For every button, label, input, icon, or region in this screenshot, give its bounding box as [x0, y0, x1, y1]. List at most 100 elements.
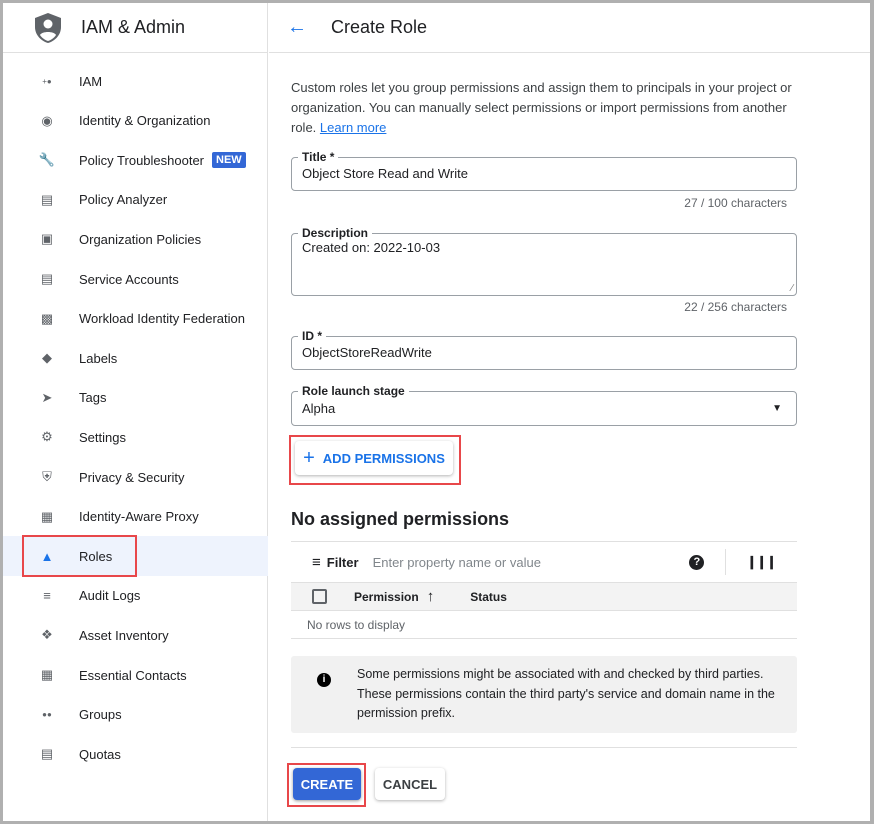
create-role-form: Custom roles let you group permissions a…	[291, 78, 797, 800]
roles-highlight	[22, 535, 137, 577]
sidebar-item-labels[interactable]: ◆ Labels	[3, 338, 268, 378]
divider-vertical	[725, 549, 727, 575]
sidebar-item-quotas[interactable]: ▤ Quotas	[3, 734, 268, 774]
account-circle-icon: ◉	[41, 112, 53, 128]
title-char-count: 27 / 100 characters	[684, 196, 787, 210]
sidebar-item-iam[interactable]: +● IAM	[3, 61, 268, 101]
cancel-button[interactable]: CANCEL	[375, 768, 445, 800]
divider	[291, 638, 797, 639]
sidebar: IAM & Admin +● IAM ◉ Identity & Organizatio…	[3, 3, 268, 821]
resize-handle-icon[interactable]: ∕	[791, 283, 793, 294]
filter-input[interactable]: Enter property name or value	[373, 555, 690, 570]
sidebar-item-policy-troubleshooter[interactable]: 🔧 Policy Troubleshooter NEW	[3, 140, 268, 180]
sidebar-item-workload-identity-federation[interactable]: ▩ Workload Identity Federation	[3, 299, 268, 339]
sidebar-item-asset-inventory[interactable]: ❖ Asset Inventory	[3, 615, 268, 655]
new-badge: NEW	[212, 152, 246, 169]
id-field[interactable]: ID * ObjectStoreReadWrite	[291, 329, 797, 370]
sidebar-item-label: IAM	[79, 73, 103, 89]
permissions-heading: No assigned permissions	[291, 509, 510, 529]
groups-icon: ●●	[42, 710, 52, 720]
notice-text: Some permissions might be associated wit…	[357, 667, 775, 720]
sidebar-item-label: Service Accounts	[79, 271, 179, 287]
sidebar-item-identity-organization[interactable]: ◉ Identity & Organization	[3, 101, 268, 141]
sidebar-item-privacy-security[interactable]: ⛨ Privacy & Security	[3, 457, 268, 497]
column-display-icon[interactable]: ❙❙❙	[746, 554, 777, 570]
sidebar-item-label: Policy Analyzer	[79, 192, 168, 208]
launch-stage-label: Role launch stage	[298, 384, 409, 398]
sidebar-item-groups[interactable]: ●● Groups	[3, 695, 268, 735]
back-arrow-icon[interactable]: ←	[287, 16, 317, 39]
launch-stage-select[interactable]: Role launch stage Alpha ▼	[291, 384, 797, 426]
page-header: ← Create Role	[269, 3, 870, 53]
sidebar-item-label: Labels	[79, 350, 118, 366]
id-label: ID *	[298, 329, 327, 343]
id-card-icon: ▩	[40, 310, 54, 326]
sidebar-item-label: Identity & Organization	[79, 113, 211, 129]
sidebar-item-essential-contacts[interactable]: ▦ Essential Contacts	[3, 655, 268, 695]
learn-more-link[interactable]: Learn more	[320, 120, 386, 135]
title-value: Object Store Read and Write	[302, 166, 468, 181]
table-header-row: Permission ↑ Status	[291, 582, 797, 611]
sidebar-item-service-accounts[interactable]: ▤ Service Accounts	[3, 259, 268, 299]
sidebar-item-label: Audit Logs	[79, 588, 141, 604]
sidebar-item-identity-aware-proxy[interactable]: ▦ Identity-Aware Proxy	[3, 497, 268, 537]
column-permission[interactable]: Permission	[354, 590, 419, 604]
sidebar-item-label: Quotas	[79, 746, 121, 762]
gear-icon: ⚙	[41, 429, 53, 445]
iam-shield-logo-icon	[35, 12, 61, 43]
description-char-count: 22 / 256 characters	[684, 300, 787, 314]
service-account-icon: ▤	[40, 271, 54, 286]
sidebar-item-label: Policy Troubleshooter	[79, 152, 205, 168]
third-party-notice: i Some permissions might be associated w…	[291, 656, 797, 733]
filter-bar: ≡ Filter Enter property name or value ? …	[291, 542, 797, 582]
sidebar-item-label: Organization Policies	[79, 231, 202, 247]
title-field[interactable]: Title * Object Store Read and Write	[291, 150, 797, 191]
title-label: Title *	[298, 150, 339, 164]
wrench-icon: 🔧	[38, 152, 56, 168]
sidebar-item-label: Workload Identity Federation	[79, 311, 245, 327]
document-search-icon: ▤	[40, 191, 54, 207]
add-permissions-highlight	[289, 435, 461, 485]
proxy-icon: ▦	[40, 508, 54, 524]
create-highlight	[287, 763, 366, 807]
sort-ascending-icon[interactable]: ↑	[427, 588, 435, 605]
sidebar-item-label: Privacy & Security	[79, 469, 185, 485]
intro-text: Custom roles let you group permissions a…	[291, 78, 797, 138]
sidebar-item-label: Tags	[79, 390, 107, 406]
person-add-icon: +●	[42, 76, 52, 86]
policy-document-icon: ▣	[40, 231, 54, 247]
select-all-checkbox[interactable]	[312, 589, 327, 604]
description-label: Description	[298, 226, 373, 240]
divider	[291, 747, 797, 748]
help-icon[interactable]: ?	[689, 554, 705, 570]
sidebar-item-label: Asset Inventory	[79, 627, 169, 643]
shield-icon: ⛨	[42, 469, 52, 484]
empty-table-message: No rows to display	[307, 618, 406, 632]
sidebar-item-tags[interactable]: ➤ Tags	[3, 378, 268, 418]
sidebar-item-organization-policies[interactable]: ▣ Organization Policies	[3, 219, 268, 259]
launch-stage-value: Alpha	[302, 401, 336, 417]
sidebar-item-settings[interactable]: ⚙ Settings	[3, 417, 268, 457]
sidebar-item-policy-analyzer[interactable]: ▤ Policy Analyzer	[3, 180, 268, 220]
product-title: IAM & Admin	[81, 17, 186, 37]
filter-label: Filter	[326, 554, 359, 570]
sidebar-item-label: Groups	[79, 707, 122, 723]
sidebar-item-label: Essential Contacts	[79, 667, 187, 683]
sidebar-item-label: Identity-Aware Proxy	[79, 509, 199, 525]
diamond-icon: ❖	[41, 627, 53, 643]
label-icon: ◆	[42, 350, 52, 366]
sidebar-item-audit-logs[interactable]: ≡ Audit Logs	[3, 576, 268, 616]
id-value: ObjectStoreReadWrite	[302, 345, 432, 360]
dropdown-arrow-icon: ▼	[772, 403, 782, 414]
page-title: Create Role	[331, 17, 428, 37]
list-icon: ≡	[43, 588, 51, 604]
cancel-label: CANCEL	[382, 776, 438, 792]
info-icon: i	[317, 673, 331, 687]
description-value: Created on: 2022-10-03	[302, 240, 441, 255]
sidebar-item-label: Settings	[79, 429, 126, 445]
column-status[interactable]: Status	[470, 590, 507, 604]
contact-card-icon: ▦	[40, 667, 54, 682]
quota-icon: ▤	[40, 746, 54, 762]
description-field[interactable]: Description Created on: 2022-10-03 ∕	[291, 226, 797, 296]
filter-icon[interactable]: ≡	[312, 554, 321, 571]
